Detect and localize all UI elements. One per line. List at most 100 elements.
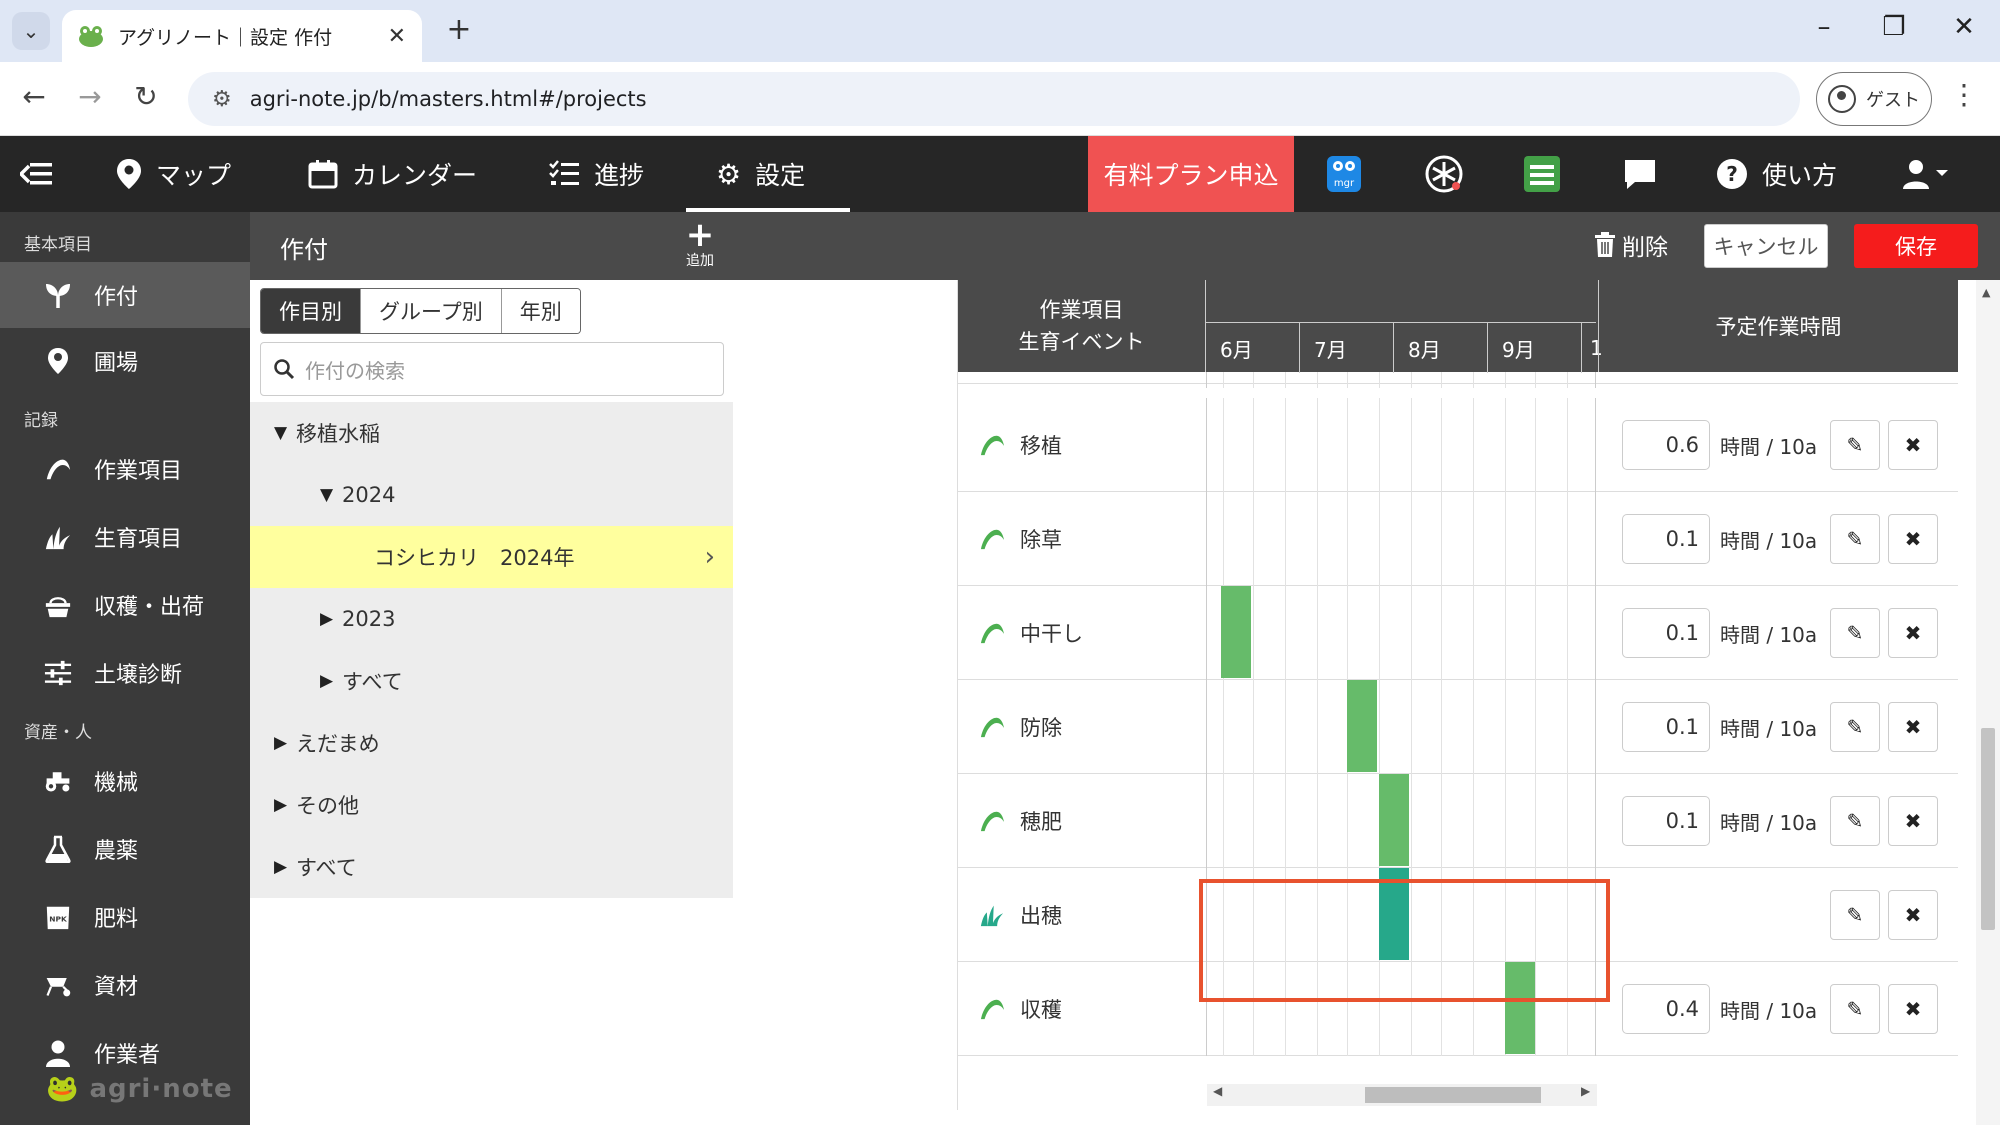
planned-hours-input[interactable]: 0.6 xyxy=(1622,420,1710,470)
new-tab-button[interactable]: + xyxy=(440,12,478,47)
back-icon[interactable]: ← xyxy=(14,80,54,113)
minimize-icon[interactable]: – xyxy=(1804,12,1844,42)
reload-icon[interactable]: ↻ xyxy=(126,80,166,113)
site-settings-icon[interactable]: ⚙ xyxy=(212,87,232,112)
scroll-left-icon[interactable]: ◀ xyxy=(1213,1084,1222,1098)
edit-button[interactable]: ✎ xyxy=(1830,608,1880,658)
browser-tab[interactable]: アグリノート｜設定 作付 ✕ xyxy=(62,10,422,62)
nav-progress[interactable]: 進捗 xyxy=(548,136,644,212)
nav-help[interactable]: ? 使い方 xyxy=(1716,136,1837,212)
edit-button[interactable]: ✎ xyxy=(1830,702,1880,752)
grid-line xyxy=(1411,680,1412,774)
mgr-app-button[interactable]: mgr xyxy=(1324,154,1364,194)
grid-line xyxy=(1347,492,1348,586)
planned-hours-input[interactable]: 0.1 xyxy=(1622,702,1710,752)
calendar-icon xyxy=(308,160,338,189)
page-vertical-scrollbar[interactable]: ▲ xyxy=(1976,280,2000,1125)
sidebar-item-crop[interactable]: 作付 xyxy=(0,262,250,328)
edit-button[interactable]: ✎ xyxy=(1830,890,1880,940)
sidebar-item-growth[interactable]: 生育項目 xyxy=(0,504,250,570)
window-close-icon[interactable]: ✕ xyxy=(1944,12,1984,42)
tab-by-group[interactable]: グループ別 xyxy=(361,289,502,333)
crop-search-input[interactable]: 作付の検索 xyxy=(260,342,724,396)
tree-node-2024[interactable]: ▼ 2024 xyxy=(250,464,733,526)
schedule-row: 中干し 0.1 時間 / 10a ✎ ✖ xyxy=(958,586,1958,680)
sidebar-item-material[interactable]: 資材 xyxy=(0,952,250,1018)
add-button[interactable]: + 追加 xyxy=(680,218,720,270)
gantt-horizontal-scrollbar[interactable]: ◀ ▶ xyxy=(1207,1084,1597,1106)
nav-calendar[interactable]: カレンダー xyxy=(308,136,477,212)
remove-button[interactable]: ✖ xyxy=(1888,984,1938,1034)
remove-button[interactable]: ✖ xyxy=(1888,890,1938,940)
sidebar-toggle-button[interactable] xyxy=(20,136,54,212)
sidebar-item-field[interactable]: 圃場 xyxy=(0,328,250,394)
sidebar-item-pesticide[interactable]: 農薬 xyxy=(0,816,250,882)
remove-button[interactable]: ✖ xyxy=(1888,514,1938,564)
nav-settings[interactable]: ⚙ 設定 xyxy=(716,136,805,212)
remove-button[interactable]: ✖ xyxy=(1888,608,1938,658)
sidebar-item-fertilizer[interactable]: NPK 肥料 xyxy=(0,884,250,950)
upgrade-plan-button[interactable]: 有料プラン申込 xyxy=(1088,136,1294,212)
remove-button[interactable]: ✖ xyxy=(1888,796,1938,846)
rice-app-button[interactable] xyxy=(1424,154,1464,194)
grid-line xyxy=(1379,492,1380,586)
task-name: 出穂 xyxy=(1020,904,1062,928)
scroll-up-icon[interactable]: ▲ xyxy=(1982,286,1990,299)
profile-icon xyxy=(1828,85,1856,113)
edit-button[interactable]: ✎ xyxy=(1830,984,1880,1034)
tree-node-all[interactable]: ▶ すべて xyxy=(250,836,733,898)
sidebar-item-work[interactable]: 作業項目 xyxy=(0,436,250,502)
restore-icon[interactable]: ❐ xyxy=(1874,12,1914,42)
scroll-right-icon[interactable]: ▶ xyxy=(1581,1084,1590,1098)
planned-hours-input[interactable]: 0.1 xyxy=(1622,608,1710,658)
header-event-label: 生育イベント xyxy=(1018,330,1145,354)
planned-hours-input[interactable]: 0.4 xyxy=(1622,984,1710,1034)
sidebar-item-field-label: 圃場 xyxy=(94,351,139,376)
sidebar-item-machine[interactable]: 機械 xyxy=(0,748,250,814)
remove-button[interactable]: ✖ xyxy=(1888,420,1938,470)
scrollbar-thumb[interactable] xyxy=(1981,728,1995,930)
messages-button[interactable] xyxy=(1620,154,1660,194)
planned-hours-input[interactable]: 0.1 xyxy=(1622,514,1710,564)
address-bar[interactable]: ⚙ agri-note.jp/b/masters.html#/projects xyxy=(188,72,1800,126)
planned-hours-input[interactable]: 0.1 xyxy=(1622,796,1710,846)
tab-search-button[interactable]: ⌄ xyxy=(12,12,50,50)
edit-button[interactable]: ✎ xyxy=(1830,514,1880,564)
tree-node-koshihikari-2024[interactable]: コシヒカリ 2024年 › xyxy=(250,526,733,588)
sidebar-item-soil[interactable]: 土壌診断 xyxy=(0,640,250,706)
schedule-bar[interactable] xyxy=(1221,586,1251,678)
gantt-cell[interactable] xyxy=(1206,492,1596,586)
sidebar-item-harvest[interactable]: 収穫・出荷 xyxy=(0,572,250,638)
grid-line xyxy=(1317,774,1318,868)
user-menu-button[interactable] xyxy=(1902,136,1950,212)
close-icon: ✖ xyxy=(1904,527,1922,551)
guest-profile-button[interactable]: ゲスト xyxy=(1816,72,1932,126)
cancel-button[interactable]: キャンセル xyxy=(1704,224,1828,268)
gantt-cell[interactable] xyxy=(1206,586,1596,680)
gantt-cell[interactable] xyxy=(1206,680,1596,774)
tab-by-year[interactable]: 年別 xyxy=(501,289,580,333)
edit-button[interactable]: ✎ xyxy=(1830,420,1880,470)
schedule-bar[interactable] xyxy=(1379,774,1409,866)
gantt-cell[interactable] xyxy=(1206,774,1596,868)
save-button[interactable]: 保存 xyxy=(1854,224,1978,268)
delete-button[interactable]: 削除 xyxy=(1594,228,1668,262)
schedule-bar[interactable] xyxy=(1347,680,1377,772)
gantt-cell[interactable] xyxy=(1206,398,1596,492)
hours-unit: 時間 / 10a xyxy=(1720,998,1818,1023)
nav-map[interactable]: マップ xyxy=(116,136,231,212)
browser-menu-icon[interactable]: ⋮ xyxy=(1950,78,1978,111)
fertilizer-app-button[interactable] xyxy=(1522,154,1562,194)
scrollbar-thumb[interactable] xyxy=(1365,1087,1541,1103)
forward-icon[interactable]: → xyxy=(70,80,110,113)
tree-node-transplant-rice[interactable]: ▼ 移植水稲 xyxy=(250,402,733,464)
search-placeholder: 作付の検索 xyxy=(305,358,405,383)
tree-node-all-rice[interactable]: ▶ すべて xyxy=(250,650,733,712)
tree-node-2023[interactable]: ▶ 2023 xyxy=(250,588,733,650)
tab-close-icon[interactable]: ✕ xyxy=(388,24,406,49)
tree-node-other[interactable]: ▶ その他 xyxy=(250,774,733,836)
tab-by-crop[interactable]: 作目別 xyxy=(261,289,361,333)
tree-node-edamame[interactable]: ▶ えだまめ xyxy=(250,712,733,774)
edit-button[interactable]: ✎ xyxy=(1830,796,1880,846)
remove-button[interactable]: ✖ xyxy=(1888,702,1938,752)
